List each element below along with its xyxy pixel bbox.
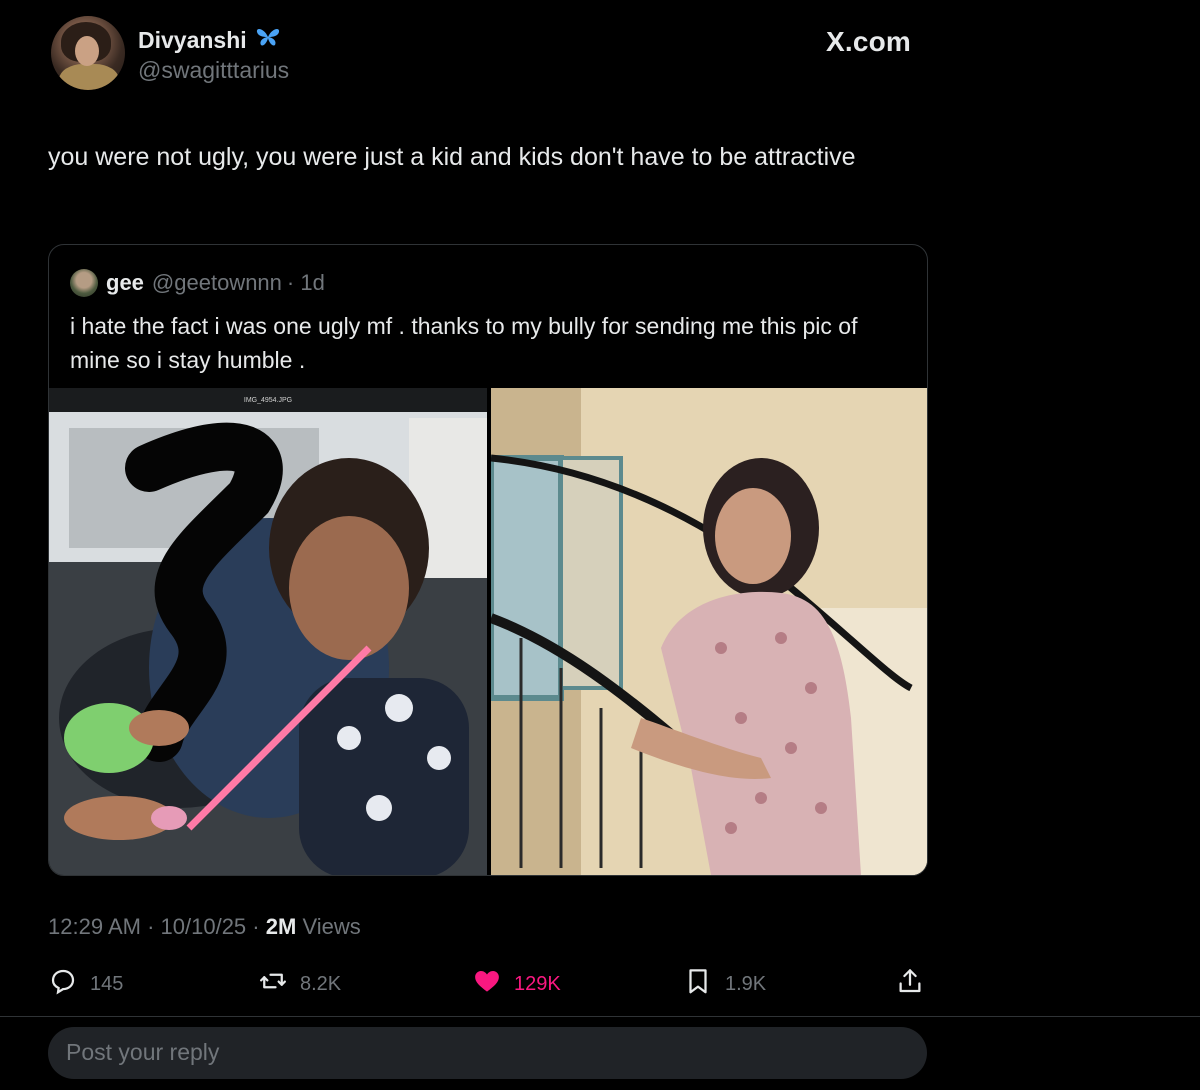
reply-count: 145 bbox=[90, 972, 124, 995]
reply-input[interactable]: Post your reply bbox=[48, 1027, 927, 1079]
share-icon bbox=[895, 966, 925, 1002]
repost-count: 8.2K bbox=[300, 972, 342, 995]
site-label: X.com bbox=[826, 26, 912, 57]
quoted-tweet-age: · 1d bbox=[286, 270, 325, 295]
repost-button[interactable]: 8.2K bbox=[258, 964, 341, 1004]
quoted-author-name: gee bbox=[106, 270, 144, 295]
quoted-tweet-header: gee @geetownnn · 1d bbox=[70, 269, 325, 297]
divider bbox=[0, 1016, 1200, 1017]
like-count: 129K bbox=[514, 972, 561, 995]
views-count: 2M bbox=[265, 914, 297, 939]
share-button[interactable] bbox=[895, 964, 925, 1004]
tweet-meta: 12:29 AM · 10/10/25 · 2M Views bbox=[48, 914, 361, 939]
reply-icon bbox=[48, 966, 78, 1002]
quoted-author-handle: @geetownnn bbox=[151, 270, 282, 295]
tweet-date[interactable]: 10/10/25 bbox=[161, 914, 247, 939]
like-button[interactable]: 129K bbox=[472, 964, 561, 1004]
bookmark-icon bbox=[683, 966, 713, 1002]
author-name[interactable]: Divyanshi bbox=[138, 27, 247, 54]
reply-button[interactable]: 145 bbox=[48, 964, 123, 1004]
quoted-tweet[interactable]: gee @geetownnn · 1d i hate the fact i wa… bbox=[48, 244, 928, 876]
heart-icon bbox=[472, 966, 502, 1002]
author-name-row[interactable]: Divyanshi bbox=[138, 26, 281, 54]
quoted-tweet-text: i hate the fact i was one ugly mf . than… bbox=[70, 313, 858, 373]
author-avatar[interactable] bbox=[51, 16, 125, 90]
views-label: Views bbox=[302, 914, 361, 939]
quoted-photo-right[interactable] bbox=[491, 388, 927, 875]
repost-icon bbox=[258, 966, 288, 1002]
quoted-author-avatar bbox=[70, 269, 98, 297]
tweet-time[interactable]: 12:29 AM bbox=[48, 914, 141, 939]
bookmark-button[interactable]: 1.9K bbox=[683, 964, 766, 1004]
bookmark-count: 1.9K bbox=[725, 972, 767, 995]
reply-placeholder: Post your reply bbox=[66, 1039, 220, 1065]
butterfly-icon bbox=[255, 26, 281, 54]
photo-caption: IMG_4954.JPG bbox=[244, 397, 292, 404]
tweet-text: you were not ugly, you were just a kid a… bbox=[48, 143, 856, 171]
author-handle[interactable]: @swagitttarius bbox=[138, 57, 289, 84]
quoted-photo-left[interactable]: IMG_4954.JPG bbox=[49, 388, 487, 875]
